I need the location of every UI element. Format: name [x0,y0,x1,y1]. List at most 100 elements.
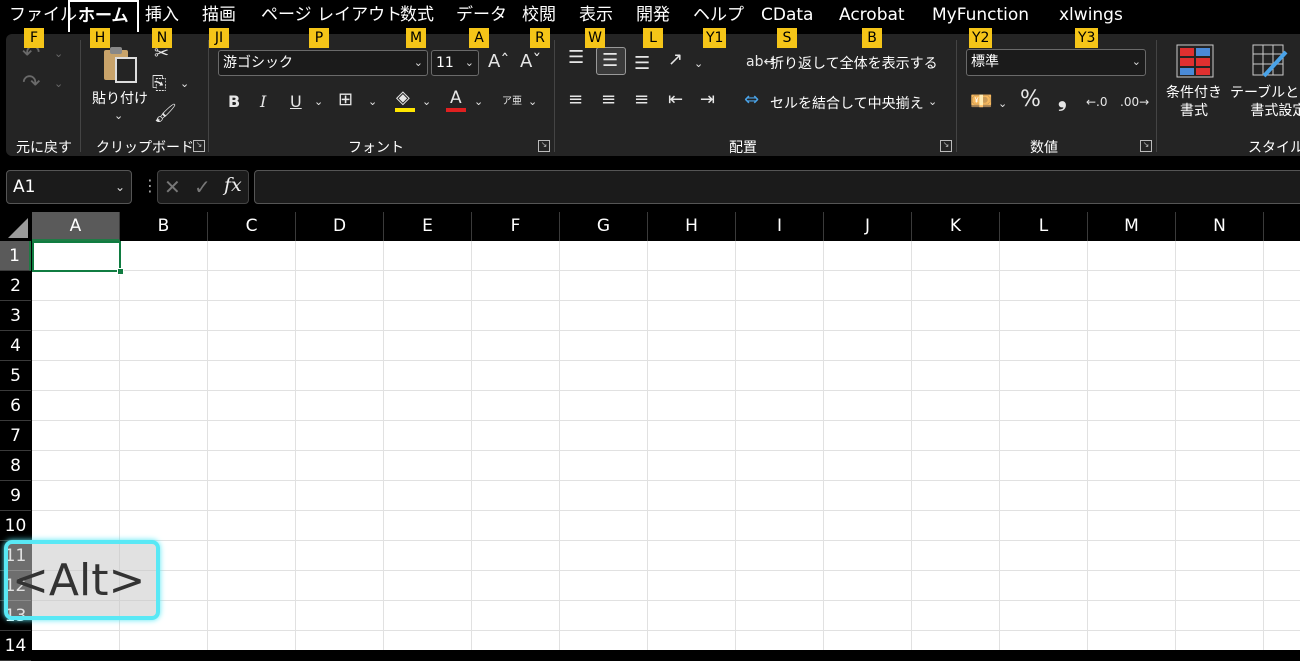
clipboard-launcher-icon[interactable]: ↘ [193,140,205,152]
orientation-icon[interactable]: ↗ [668,50,683,70]
row-header[interactable]: 10 [0,511,31,541]
insert-function-button[interactable]: fx [224,174,242,196]
font-family-dropdown[interactable]: 游ゴシック ⌄ [218,50,428,76]
borders-icon[interactable]: ⊞ [338,90,353,110]
number-format-dropdown[interactable]: 標準 ⌄ [966,49,1146,76]
currency-chevron-icon[interactable]: ⌄ [998,94,1007,114]
align-right-icon[interactable]: ≡ [634,90,649,110]
increase-font-icon[interactable]: Aˆ [488,52,509,72]
column-header[interactable]: G [560,212,648,241]
decrease-indent-icon[interactable]: ⇤ [668,90,683,110]
italic-button[interactable]: I [260,92,266,112]
cancel-icon[interactable]: ✕ [164,175,181,199]
row-header[interactable]: 9 [0,481,31,511]
conditional-format-icon[interactable] [1176,44,1214,78]
column-header[interactable]: A [32,212,120,241]
column-header[interactable]: B [120,212,208,241]
column-header[interactable]: I [736,212,824,241]
group-label-clipboard: クリップボード [96,140,194,156]
column-header[interactable]: C [208,212,296,241]
increase-indent-icon[interactable]: ⇥ [700,90,715,110]
number-format-value: 標準 [971,54,999,70]
number-launcher-icon[interactable]: ↘ [1140,140,1152,152]
borders-chevron-icon[interactable]: ⌄ [368,92,377,112]
merge-chevron-icon[interactable]: ⌄ [928,92,937,112]
font-color-icon[interactable]: A [450,88,462,108]
underline-chevron-icon[interactable]: ⌄ [314,92,323,112]
column-header[interactable]: D [296,212,384,241]
worksheet-grid[interactable] [32,241,1300,650]
column-header[interactable]: N [1176,212,1264,241]
format-as-table-button[interactable]: テーブルとして 書式設定 [1230,84,1300,120]
menu-page-layout[interactable]: ページ レイアウト [261,0,402,32]
row-header[interactable]: 7 [0,421,31,451]
column-header[interactable]: K [912,212,1000,241]
fill-color-chevron-icon[interactable]: ⌄ [422,92,431,112]
alignment-launcher-icon[interactable]: ↘ [940,140,952,152]
redo-chevron-icon[interactable]: ⌄ [54,74,63,94]
column-header[interactable]: E [384,212,472,241]
select-all-button[interactable] [0,212,31,241]
name-box[interactable]: A1 ⌄ [6,170,132,204]
column-header[interactable]: H [648,212,736,241]
keytip-a: A [469,28,489,48]
keytip-y3: Y3 [1075,28,1099,48]
font-color-chevron-icon[interactable]: ⌄ [474,92,483,112]
row-header[interactable]: 4 [0,331,31,361]
phonetic-chevron-icon[interactable]: ⌄ [528,92,537,112]
currency-icon[interactable]: 💴 [970,92,992,112]
conditional-format-button[interactable]: 条件付き 書式 [1166,84,1222,120]
undo-chevron-icon[interactable]: ⌄ [54,44,63,64]
align-middle-button[interactable]: ☰ [596,47,626,75]
decrease-font-icon[interactable]: Aˇ [520,52,541,72]
phonetic-icon[interactable]: ア亜 [502,92,522,112]
percent-button[interactable]: % [1020,89,1041,111]
fill-handle[interactable] [117,268,124,275]
row-header[interactable]: 5 [0,361,31,391]
underline-button[interactable]: U [290,92,302,112]
font-size-dropdown[interactable]: 11 ⌄ [431,50,479,76]
column-header[interactable]: M [1088,212,1176,241]
merge-center-button[interactable]: セルを結合して中央揃え [770,93,924,113]
merge-center-icon[interactable]: ⇔ [744,90,759,110]
keytip-l: L [643,28,663,48]
align-bottom-icon[interactable]: ☰ [634,54,650,74]
wrap-text-button[interactable]: 折り返して全体を表示する [770,53,938,73]
active-cell-a1[interactable] [32,241,121,272]
column-header[interactable]: J [824,212,912,241]
column-header[interactable]: F [472,212,560,241]
group-label-font: フォント [348,140,404,156]
copy-icon[interactable]: ⎘ [152,74,166,94]
font-launcher-icon[interactable]: ↘ [538,140,550,152]
decrease-decimal-icon[interactable]: .00→ [1120,92,1149,112]
align-center-icon[interactable]: ≡ [601,90,616,110]
row-header[interactable]: 2 [0,271,31,301]
formula-input[interactable] [254,170,1300,204]
format-as-table-icon[interactable] [1252,44,1290,78]
separator [1156,40,1157,152]
keytip-p: P [309,28,329,48]
font-size-value: 11 [436,55,454,71]
row-header[interactable]: 6 [0,391,31,421]
align-top-icon[interactable]: ☰ [568,48,584,68]
paste-icon[interactable] [100,44,140,84]
enter-icon[interactable]: ✓ [194,175,211,199]
redo-icon[interactable]: ↷ [22,73,40,95]
align-left-icon[interactable]: ≡ [568,90,583,110]
paste-chevron-icon[interactable]: ⌄ [114,106,123,126]
bold-button[interactable]: B [228,92,240,112]
fill-color-icon[interactable]: ◈ [396,88,410,108]
row-header[interactable]: 1 [0,241,31,271]
format-painter-icon[interactable]: 🖌 [154,104,177,124]
column-header[interactable]: L [1000,212,1088,241]
group-label-alignment: 配置 [729,140,757,156]
row-header[interactable]: 3 [0,301,31,331]
chevron-down-icon: ⌄ [464,56,474,69]
comma-button[interactable]: ❟ [1058,89,1067,111]
orientation-chevron-icon[interactable]: ⌄ [694,54,703,74]
paste-button[interactable]: 貼り付け [92,88,148,108]
row-header[interactable]: 8 [0,451,31,481]
increase-decimal-icon[interactable]: ←.0 [1086,92,1108,112]
copy-chevron-icon[interactable]: ⌄ [180,74,189,94]
row-header[interactable]: 14 [0,631,31,661]
